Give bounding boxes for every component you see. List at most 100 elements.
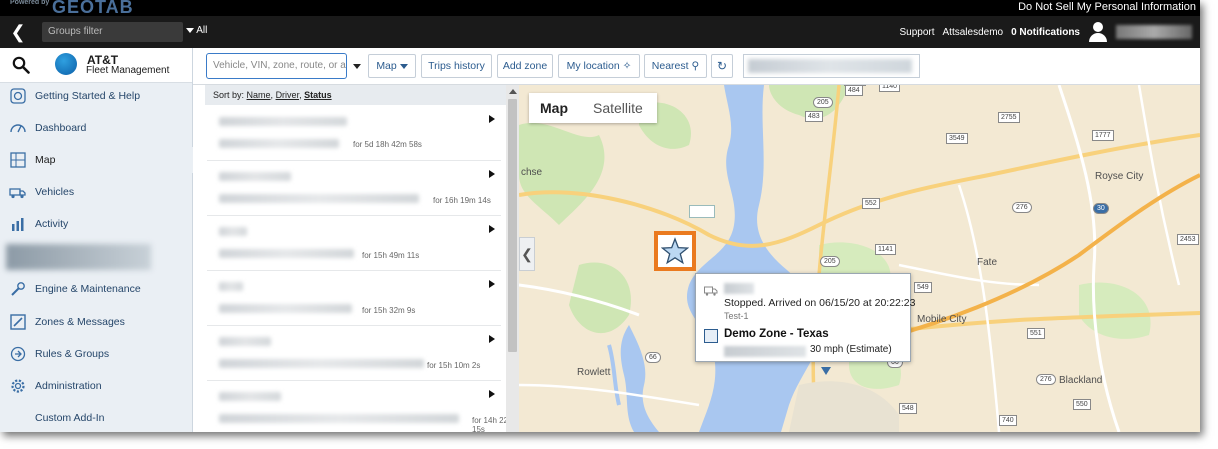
- sidebar-item-engine-maintenance[interactable]: Engine & Maintenance: [0, 276, 193, 302]
- sidebar-item-label: Engine & Maintenance: [35, 283, 141, 295]
- map-options-label: Map: [376, 60, 397, 72]
- sort-by-status-link[interactable]: Status: [304, 90, 332, 100]
- sidebar-item-label: Dashboard: [35, 122, 87, 134]
- sidebar-item-vehicles[interactable]: Vehicles: [0, 179, 193, 205]
- map-options-button[interactable]: Map: [368, 54, 416, 78]
- expand-arrow-icon[interactable]: [489, 115, 495, 123]
- groups-filter-input[interactable]: Groups filter: [42, 22, 183, 42]
- expand-arrow-icon[interactable]: [489, 225, 495, 233]
- search-icon[interactable]: [12, 56, 30, 74]
- route-shield: 66: [645, 352, 661, 363]
- truck-icon: [9, 188, 26, 199]
- address-blurred-field[interactable]: [743, 54, 920, 78]
- support-link[interactable]: Support: [899, 27, 934, 38]
- sidebar-item-label: Map: [35, 154, 56, 166]
- sidebar-item-zones-messages[interactable]: Zones & Messages: [0, 309, 193, 335]
- map-label-box: [689, 205, 715, 218]
- sort-by-driver-link[interactable]: Driver: [276, 90, 300, 100]
- route-shield: 484: [845, 85, 863, 96]
- vehicle-marker[interactable]: [654, 231, 696, 271]
- nearest-button[interactable]: Nearest ⚲: [644, 54, 707, 78]
- list-item[interactable]: for 15h 10m 2s: [207, 329, 501, 381]
- map-icon: [10, 152, 26, 168]
- sidebar-item-administration[interactable]: Administration: [0, 373, 193, 399]
- vehicle-list-panel: Sort by: Name, Driver, Status for 5d 18h…: [205, 85, 515, 432]
- vehicle-duration: for 15h 10m 2s: [427, 361, 481, 370]
- map-place-label: Blackland: [1059, 375, 1103, 386]
- all-label: All: [196, 25, 208, 36]
- vehicle-info-popup: Stopped. Arrived on 06/15/20 at 20:22:23…: [695, 273, 915, 362]
- search-dropdown-caret-icon[interactable]: [353, 64, 361, 69]
- speed-text: 30 mph (Estimate): [810, 344, 892, 355]
- vehicle-duration: for 15h 49m 11s: [362, 251, 420, 260]
- map-place-label: Fate: [977, 257, 998, 268]
- scroll-thumb[interactable]: [508, 99, 517, 352]
- map-type-map-button[interactable]: Map: [529, 93, 579, 123]
- user-icon[interactable]: [1088, 21, 1108, 43]
- route-shield: 1565: [844, 85, 866, 86]
- expand-arrow-icon[interactable]: [489, 170, 495, 178]
- route-shield: 2453: [1177, 234, 1199, 245]
- refresh-button[interactable]: ↻: [711, 54, 733, 78]
- sort-by-name-link[interactable]: Name: [247, 90, 271, 100]
- list-item[interactable]: for 16h 19m 14s: [207, 164, 501, 216]
- route-shield: 276: [1012, 202, 1032, 213]
- list-scrollbar[interactable]: [506, 85, 519, 432]
- sidebar-item-label: Activity: [35, 218, 69, 230]
- sidebar-item-label: Getting Started & Help: [35, 90, 141, 102]
- route-shield: 552: [862, 198, 880, 209]
- route-shield: 740: [999, 415, 1017, 426]
- caret-down-icon: [399, 63, 408, 69]
- list-item[interactable]: for 15h 32m 9s: [207, 274, 501, 326]
- refresh-icon: ↻: [716, 59, 728, 73]
- stopped-status-text: Stopped. Arrived on 06/15/20 at 20:22:23: [724, 297, 916, 309]
- sidebar-item-getting-started[interactable]: Getting Started & Help: [0, 83, 193, 109]
- groups-all-select[interactable]: All: [186, 25, 207, 36]
- scroll-up-icon[interactable]: [509, 89, 517, 94]
- sidebar-item-label: Rules & Groups: [35, 348, 110, 360]
- expand-arrow-icon[interactable]: [489, 390, 495, 398]
- sidebar: AT&T Fleet Management Getting Started & …: [0, 48, 193, 432]
- vehicle-duration: for 15h 32m 9s: [362, 306, 416, 315]
- route-shield: 551: [1027, 328, 1045, 339]
- map-canvas[interactable]: chse Royse City Fate Rowlett Mobile City…: [519, 85, 1200, 432]
- expand-arrow-icon[interactable]: [489, 280, 495, 288]
- account-link[interactable]: Attsalesdemo: [943, 27, 1004, 38]
- route-shield: 548: [899, 403, 917, 414]
- sidebar-item-label: Vehicles: [35, 186, 75, 198]
- sidebar-item-custom-add-in[interactable]: Custom Add-In: [0, 405, 193, 431]
- route-shield: 550: [1073, 399, 1091, 410]
- route-shield: 549: [914, 282, 932, 293]
- interstate-shield: 30: [1093, 203, 1109, 214]
- list-item[interactable]: for 15h 49m 11s: [207, 219, 501, 271]
- route-shield: 2755: [998, 112, 1020, 123]
- my-location-button[interactable]: My location ✧: [558, 54, 640, 78]
- sidebar-item-activity[interactable]: Activity: [0, 211, 193, 237]
- sidebar-item-dashboard[interactable]: Dashboard: [0, 115, 193, 141]
- map-type-satellite-button[interactable]: Satellite: [579, 93, 643, 123]
- app-window: Powered by GEOTAB Do Not Sell My Persona…: [0, 0, 1200, 432]
- powered-by-label: Powered by: [10, 0, 50, 6]
- sidebar-item-rules-groups[interactable]: Rules & Groups: [0, 341, 193, 367]
- zone-name[interactable]: Demo Zone - Texas: [724, 328, 829, 340]
- expand-arrow-icon[interactable]: [489, 335, 495, 343]
- add-zone-button[interactable]: Add zone: [497, 54, 553, 78]
- collapse-panel-button[interactable]: ❮: [519, 237, 535, 271]
- sidebar-item-blurred[interactable]: [6, 244, 151, 270]
- notifications-link[interactable]: 0 Notifications: [1011, 27, 1080, 38]
- list-item[interactable]: for 14h 22m 15s: [207, 384, 515, 432]
- truck-icon: [704, 286, 718, 296]
- map-place-label: Rowlett: [577, 367, 611, 378]
- list-item[interactable]: for 5d 18h 42m 58s: [207, 109, 501, 161]
- trips-history-button[interactable]: Trips history: [421, 54, 492, 78]
- sidebar-item-label: Administration: [35, 380, 102, 392]
- back-chevron-icon[interactable]: ❮: [8, 21, 28, 43]
- nearest-label: Nearest: [651, 60, 689, 72]
- my-location-label: My location: [566, 60, 620, 72]
- username-blurred[interactable]: [1116, 25, 1192, 39]
- sidebar-header: AT&T Fleet Management: [0, 48, 192, 83]
- do-not-sell-link[interactable]: Do Not Sell My Personal Information: [1018, 1, 1196, 13]
- zone-icon: [704, 329, 718, 343]
- vehicle-search-input[interactable]: Vehicle, VIN, zone, route, or a: [206, 53, 347, 79]
- sidebar-item-map[interactable]: Map: [0, 147, 193, 173]
